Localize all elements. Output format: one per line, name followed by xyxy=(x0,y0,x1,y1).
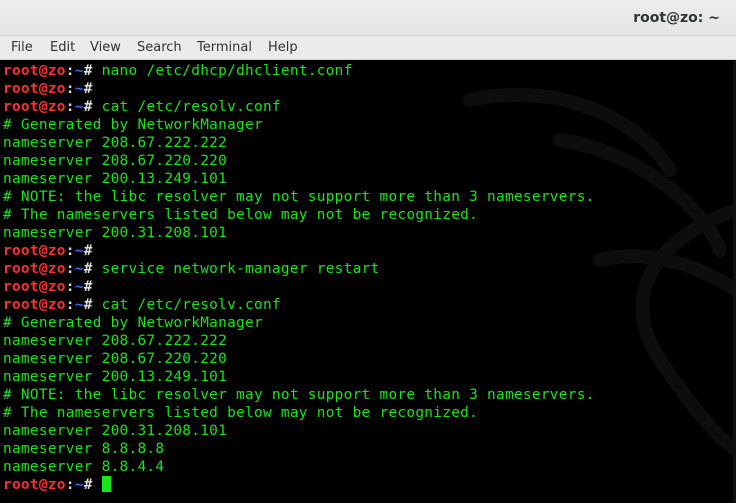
prompt-symbol: # xyxy=(83,99,93,115)
prompt-user-host: root@zo xyxy=(3,477,66,493)
output-text: # Generated by NetworkManager xyxy=(3,117,263,133)
prompt-separator: : xyxy=(65,243,75,259)
output-line: # The nameservers listed below may not b… xyxy=(3,206,595,224)
output-text: nameserver 200.31.208.101 xyxy=(3,225,228,241)
prompt-separator: : xyxy=(65,63,75,79)
output-text: nameserver 8.8.8.8 xyxy=(3,441,165,457)
output-line: nameserver 8.8.4.4 xyxy=(3,458,595,476)
prompt-user-host: root@zo xyxy=(3,81,66,97)
menu-bar: File Edit View Search Terminal Help xyxy=(0,36,736,60)
output-line: # The nameservers listed below may not b… xyxy=(3,404,595,422)
output-line: # Generated by NetworkManager xyxy=(3,314,595,332)
output-line: # NOTE: the libc resolver may not suppor… xyxy=(3,386,595,404)
prompt-separator: : xyxy=(65,279,75,295)
prompt-line: root@zo:~# service network-manager resta… xyxy=(3,260,595,278)
prompt-path: ~ xyxy=(74,81,84,97)
prompt-user-host: root@zo xyxy=(3,261,66,277)
prompt-user-host: root@zo xyxy=(3,297,66,313)
output-text: nameserver 8.8.4.4 xyxy=(3,459,165,475)
prompt-path: ~ xyxy=(74,477,84,493)
output-line: nameserver 208.67.220.220 xyxy=(3,152,595,170)
output-line: nameserver 208.67.222.222 xyxy=(3,332,595,350)
output-text: nameserver 208.67.222.222 xyxy=(3,333,228,349)
prompt-separator: : xyxy=(65,261,75,277)
prompt-line: root@zo:~# xyxy=(3,278,595,296)
menu-file[interactable]: File xyxy=(11,40,33,55)
window-title: root@zo: ~ xyxy=(633,10,720,26)
terminal-area[interactable]: root@zo:~# nano /etc/dhcp/dhclient.conf r… xyxy=(0,60,736,503)
prompt-symbol: # xyxy=(83,243,93,259)
menu-help[interactable]: Help xyxy=(268,40,298,55)
output-line: nameserver 200.13.249.101 xyxy=(3,368,595,386)
prompt-line: root@zo:~# cat /etc/resolv.conf xyxy=(3,296,595,314)
terminal-window: root@zo: ~ File Edit View Search Termina… xyxy=(0,0,736,503)
text-cursor xyxy=(101,476,111,492)
prompt-user-host: root@zo xyxy=(3,279,66,295)
output-line: nameserver 208.67.220.220 xyxy=(3,350,595,368)
output-text: nameserver 208.67.220.220 xyxy=(3,153,228,169)
prompt-path: ~ xyxy=(74,261,84,277)
output-line: nameserver 200.13.249.101 xyxy=(3,170,595,188)
output-line: # NOTE: the libc resolver may not suppor… xyxy=(3,188,595,206)
output-text: # NOTE: the libc resolver may not suppor… xyxy=(3,387,595,403)
output-line: nameserver 8.8.8.8 xyxy=(3,440,595,458)
command-text: cat /etc/resolv.conf xyxy=(92,297,281,313)
output-line: nameserver 200.31.208.101 xyxy=(3,224,595,242)
prompt-separator: : xyxy=(65,99,75,115)
prompt-path: ~ xyxy=(74,63,84,79)
prompt-symbol: # xyxy=(83,261,93,277)
prompt-user-host: root@zo xyxy=(3,243,66,259)
prompt-symbol: # xyxy=(83,81,93,97)
output-text: nameserver 200.31.208.101 xyxy=(3,423,228,439)
prompt-path: ~ xyxy=(74,297,84,313)
prompt-path: ~ xyxy=(74,279,84,295)
menu-view[interactable]: View xyxy=(90,40,121,55)
terminal-output: root@zo:~# nano /etc/dhcp/dhclient.conf r… xyxy=(3,62,595,494)
output-text: # Generated by NetworkManager xyxy=(3,315,263,331)
menu-search[interactable]: Search xyxy=(137,40,182,55)
prompt-line: root@zo:~# xyxy=(3,80,595,98)
prompt-symbol: # xyxy=(83,477,93,493)
output-line: nameserver 208.67.222.222 xyxy=(3,134,595,152)
prompt-user-host: root@zo xyxy=(3,63,66,79)
prompt-user-host: root@zo xyxy=(3,99,66,115)
prompt-path: ~ xyxy=(74,99,84,115)
prompt-separator: : xyxy=(65,297,75,313)
prompt-symbol: # xyxy=(83,297,93,313)
output-line: nameserver 200.31.208.101 xyxy=(3,422,595,440)
prompt-line: root@zo:~# xyxy=(3,476,595,494)
prompt-symbol: # xyxy=(83,63,93,79)
output-line: # Generated by NetworkManager xyxy=(3,116,595,134)
prompt-line: root@zo:~# xyxy=(3,242,595,260)
title-bar[interactable]: root@zo: ~ xyxy=(0,0,736,36)
prompt-line: root@zo:~# cat /etc/resolv.conf xyxy=(3,98,595,116)
output-text: nameserver 208.67.220.220 xyxy=(3,351,228,367)
command-text: cat /etc/resolv.conf xyxy=(92,99,281,115)
prompt-line: root@zo:~# nano /etc/dhcp/dhclient.conf xyxy=(3,62,595,80)
prompt-separator: : xyxy=(65,81,75,97)
output-text: # NOTE: the libc resolver may not suppor… xyxy=(3,189,595,205)
command-text: service network-manager restart xyxy=(92,261,380,277)
output-text: # The nameservers listed below may not b… xyxy=(3,405,479,421)
menu-terminal[interactable]: Terminal xyxy=(197,40,252,55)
prompt-path: ~ xyxy=(74,243,84,259)
prompt-separator: : xyxy=(65,477,75,493)
command-text xyxy=(93,477,102,493)
command-text: nano /etc/dhcp/dhclient.conf xyxy=(92,63,353,79)
prompt-symbol: # xyxy=(83,279,93,295)
output-text: nameserver 208.67.222.222 xyxy=(3,135,228,151)
output-text: nameserver 200.13.249.101 xyxy=(3,171,228,187)
output-text: nameserver 200.13.249.101 xyxy=(3,369,228,385)
menu-edit[interactable]: Edit xyxy=(50,40,75,55)
output-text: # The nameservers listed below may not b… xyxy=(3,207,479,223)
